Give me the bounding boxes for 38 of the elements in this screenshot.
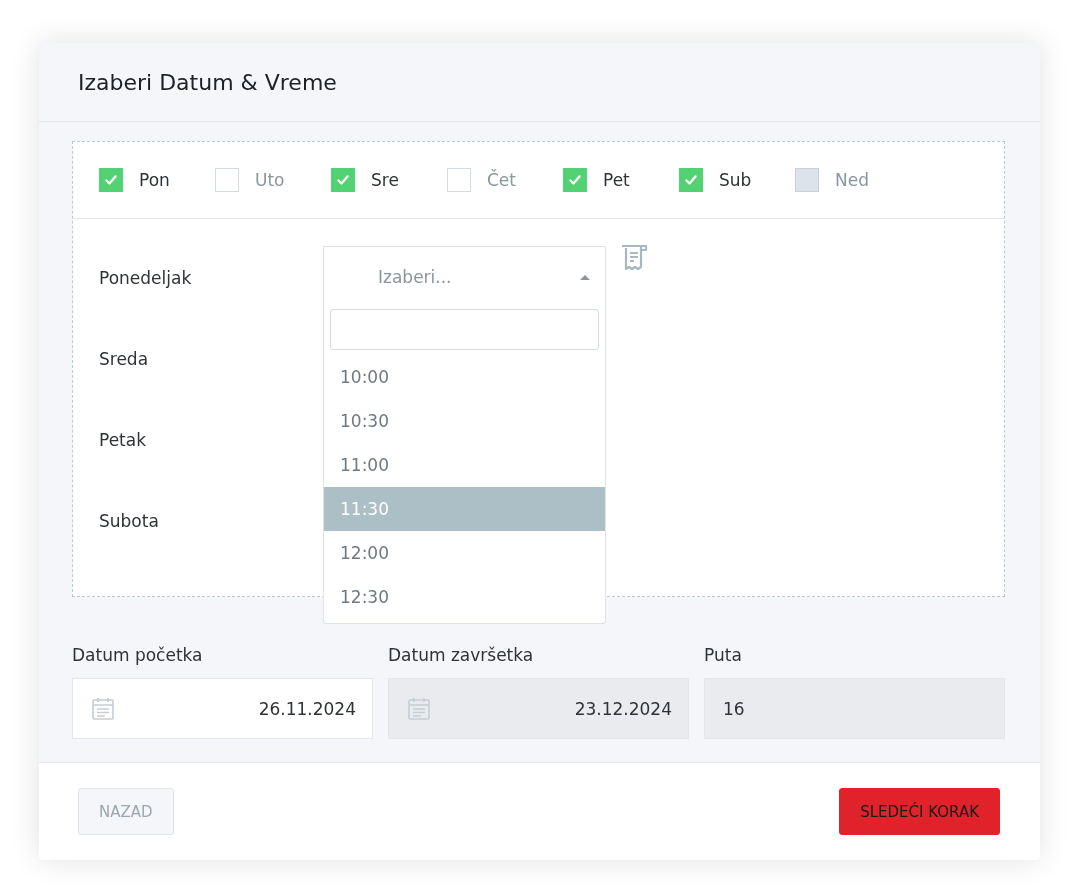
checkbox-label: Pon [139, 170, 170, 190]
dialog-title: Izaberi Datum & Vreme [78, 69, 337, 95]
checkbox-label: Sub [719, 170, 752, 190]
dropdown-option[interactable]: 11:00 [324, 443, 605, 487]
checkmark-icon [684, 173, 698, 187]
dropdown-option[interactable]: 12:30 [324, 575, 605, 619]
dropdown-option[interactable]: 10:30 [324, 399, 605, 443]
day-label: Ponedeljak [99, 267, 192, 288]
day-label: Petak [99, 429, 147, 450]
field-label: Datum početka [72, 645, 204, 665]
next-button[interactable]: SLEDEĆI KORAK [839, 788, 1000, 835]
checkbox[interactable] [99, 168, 123, 192]
checkbox[interactable] [331, 168, 355, 192]
checkbox-label: Pet [603, 170, 630, 190]
time-select[interactable]: Izaberi... [323, 246, 606, 308]
checkbox-label: Uto [255, 170, 285, 190]
calendar-icon [91, 696, 115, 721]
day-label: Subota [99, 510, 159, 531]
field-label: Puta [704, 645, 743, 665]
checkbox-label: Čet [487, 170, 516, 190]
dropdown-option[interactable]: 12:00 [324, 531, 605, 575]
checkbox[interactable] [563, 168, 587, 192]
checkbox-label: Ned [835, 170, 869, 190]
caret-icon [579, 273, 591, 281]
checkmark-icon [568, 173, 582, 187]
field-label: Datum završetka [388, 645, 535, 665]
calendar-icon [407, 696, 431, 721]
search-field[interactable] [330, 309, 599, 350]
checkbox[interactable] [215, 168, 239, 192]
day-label: Sreda [99, 348, 149, 369]
checkmark-icon [336, 173, 350, 187]
checkbox[interactable] [679, 168, 703, 192]
date-field[interactable]: 26.11.2024 [72, 678, 373, 739]
checkbox-label: Sre [371, 170, 399, 190]
dropdown-option[interactable]: 10:00 [324, 355, 605, 399]
checkbox[interactable] [447, 168, 471, 192]
receipt-icon[interactable] [620, 243, 648, 271]
checkmark-icon [104, 173, 118, 187]
